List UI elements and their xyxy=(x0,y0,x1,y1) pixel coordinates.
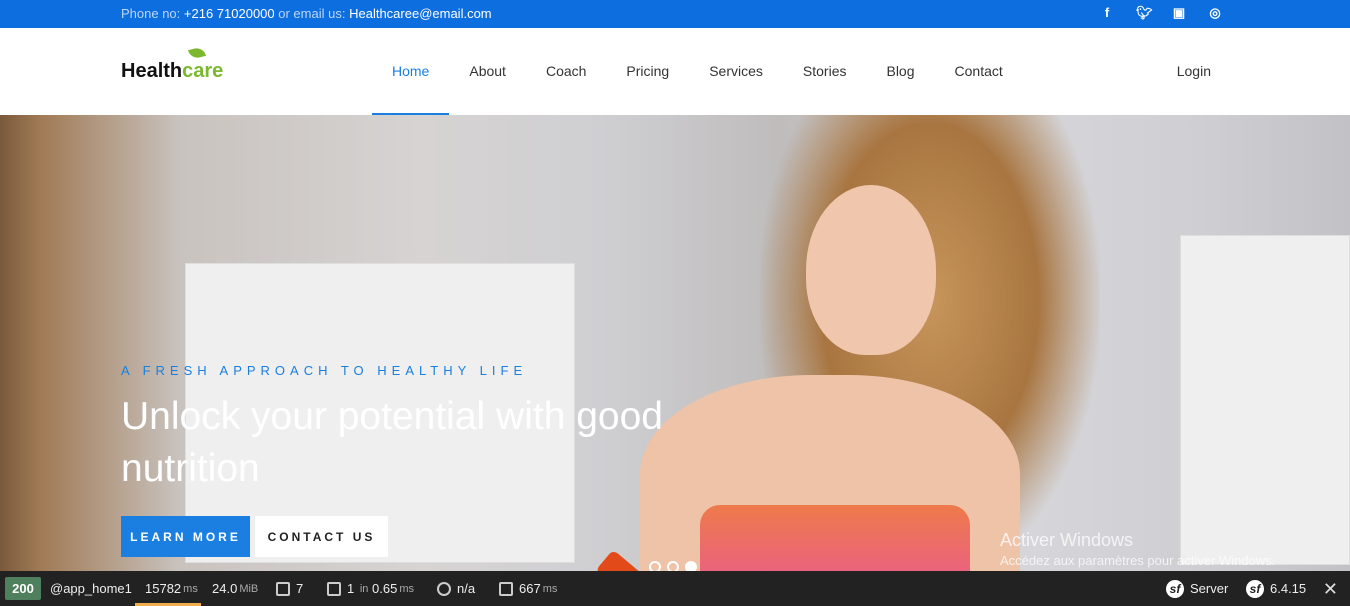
user-icon xyxy=(437,581,451,596)
hero-photo-face xyxy=(806,185,936,355)
carousel-dot-active[interactable] xyxy=(685,561,697,571)
leaf-icon xyxy=(499,581,513,596)
main-navbar: Healthcare Home About Coach Pricing Serv… xyxy=(0,28,1350,115)
user-value: n/a xyxy=(457,581,476,596)
symfony-icon: sf xyxy=(1166,579,1184,598)
file-icon xyxy=(276,581,290,596)
route-label: @app_home1 xyxy=(50,581,132,596)
contact-us-button[interactable]: CONTACT US xyxy=(255,516,388,557)
twig-time[interactable]: 667 ms xyxy=(499,571,557,606)
templates-value: 7 xyxy=(296,581,304,596)
nav-item-pricing[interactable]: Pricing xyxy=(606,28,689,115)
templates-count[interactable]: 7 xyxy=(276,571,303,606)
email-label: or email us: xyxy=(278,6,346,21)
social-links: f 🐦︎ ▣ ◎ xyxy=(1100,6,1222,20)
background-cabinet xyxy=(1180,235,1350,565)
carousel-indicators xyxy=(649,561,697,571)
leaf-icon xyxy=(187,46,207,60)
top-contact-bar: Phone no: +216 71020000 or email us: Hea… xyxy=(0,0,1350,28)
dribbble-icon[interactable]: ◎ xyxy=(1208,6,1222,20)
cache-unit: ms xyxy=(399,582,415,595)
time-unit: ms xyxy=(183,582,198,595)
login-link[interactable]: Login xyxy=(1177,28,1211,115)
security-user[interactable]: n/a xyxy=(437,571,475,606)
twitter-icon[interactable]: 🐦︎ xyxy=(1136,6,1153,20)
hero-photo-sports-top xyxy=(700,505,970,571)
symfony-logo-icon: sf xyxy=(1246,579,1264,598)
close-icon[interactable]: ✕ xyxy=(1323,579,1338,600)
nav-item-about[interactable]: About xyxy=(449,28,526,115)
server-info[interactable]: sf Server xyxy=(1166,571,1228,606)
nav-item-coach[interactable]: Coach xyxy=(526,28,606,115)
hero-banner: A FRESH APPROACH TO HEALTHY LIFE Unlock … xyxy=(0,115,1350,571)
windows-activation-watermark: Activer Windows Accédez aux paramètres p… xyxy=(1000,530,1275,568)
status-badge[interactable]: 200 xyxy=(5,577,41,600)
nav-item-stories[interactable]: Stories xyxy=(783,28,867,115)
cache-time: 0.65 xyxy=(372,581,398,596)
nav-item-home[interactable]: Home xyxy=(372,28,450,115)
server-time-value: 667 xyxy=(519,581,541,596)
debug-toolbar: 200 @app_home1 15782 ms 24.0 MiB 7 1 in 0.… xyxy=(0,571,1350,606)
memory-usage[interactable]: 24.0 MiB xyxy=(212,571,258,606)
request-time[interactable]: 15782 ms xyxy=(145,571,198,606)
layers-icon xyxy=(327,581,341,596)
server-label: Server xyxy=(1190,581,1229,596)
phone-number[interactable]: +216 71020000 xyxy=(184,6,275,21)
nav-menu: Home About Coach Pricing Services Storie… xyxy=(372,28,1023,115)
brand-part1: Health xyxy=(121,60,183,82)
nav-item-contact[interactable]: Contact xyxy=(935,28,1023,115)
cache-in-label: in xyxy=(359,582,369,595)
cache-calls: 1 xyxy=(347,581,355,596)
phone-label: Phone no: xyxy=(121,6,181,21)
brand-part2: care xyxy=(182,60,224,82)
nav-item-blog[interactable]: Blog xyxy=(866,28,934,115)
time-value: 15782 xyxy=(145,581,182,596)
contact-info: Phone no: +216 71020000 or email us: Hea… xyxy=(121,6,492,21)
watermark-title: Activer Windows xyxy=(1000,530,1134,550)
learn-more-button[interactable]: LEARN MORE xyxy=(121,516,250,557)
hero-tagline: A FRESH APPROACH TO HEALTHY LIFE xyxy=(121,363,528,378)
server-time-unit: ms xyxy=(542,582,558,595)
memory-value: 24.0 xyxy=(212,581,238,596)
cache-stats[interactable]: 1 in 0.65 ms xyxy=(327,571,414,606)
memory-unit: MiB xyxy=(239,582,259,595)
hero-headline: Unlock your potential with good nutritio… xyxy=(121,395,663,490)
watermark-subtitle: Accédez aux paramètres pour activer Wind… xyxy=(1000,553,1276,568)
route-name[interactable]: @app_home1 xyxy=(50,571,132,606)
brand-logo[interactable]: Healthcare xyxy=(121,46,224,83)
carousel-dot[interactable] xyxy=(667,561,679,571)
carousel-dot[interactable] xyxy=(649,561,661,571)
instagram-icon[interactable]: ▣ xyxy=(1172,6,1186,20)
email-address[interactable]: Healthcaree@email.com xyxy=(349,6,492,21)
nav-item-services[interactable]: Services xyxy=(689,28,783,115)
symfony-version[interactable]: sf 6.4.15 xyxy=(1246,571,1306,606)
facebook-icon[interactable]: f xyxy=(1100,6,1114,20)
version-value: 6.4.15 xyxy=(1270,581,1307,596)
